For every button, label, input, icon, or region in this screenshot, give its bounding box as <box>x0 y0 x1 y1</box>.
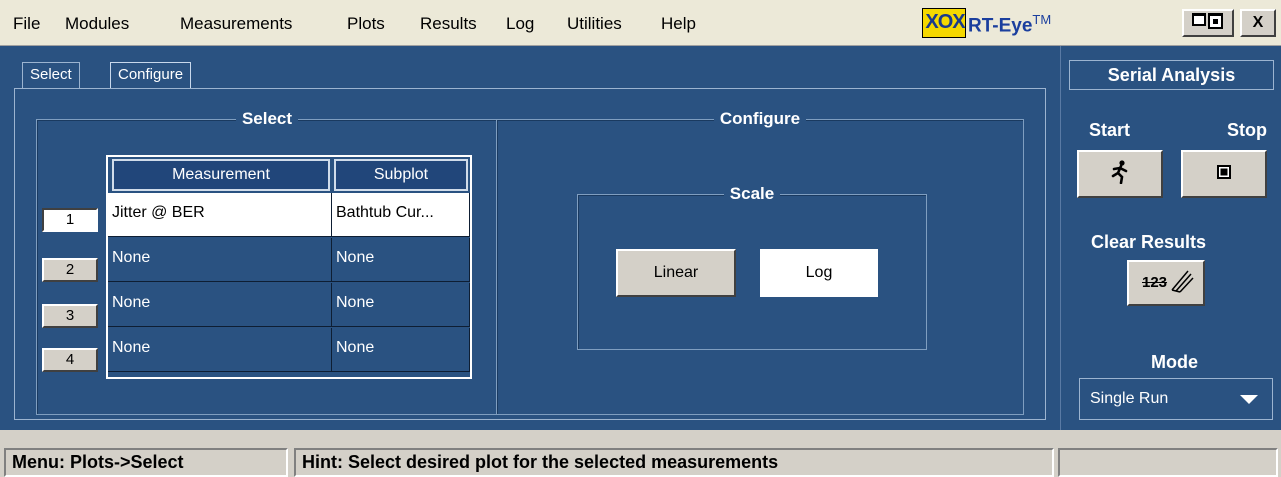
menu-utilities[interactable]: Utilities <box>567 14 622 34</box>
menu-bar: File Modules Measurements Plots Results … <box>0 0 1281 46</box>
table-cell-subplot-2[interactable]: None <box>332 238 470 282</box>
tab-configure[interactable]: Configure <box>110 62 192 88</box>
menu-log[interactable]: Log <box>506 14 534 34</box>
menu-measurements[interactable]: Measurements <box>180 14 292 34</box>
serial-analysis-panel: Serial Analysis Start Stop Clear Results… <box>1060 46 1281 430</box>
window-minimize-button[interactable] <box>1182 9 1234 37</box>
menu-modules[interactable]: Modules <box>65 14 129 34</box>
table-cell-measurement-3[interactable]: None <box>108 283 332 327</box>
clear-123-icon: 123 <box>1136 268 1196 298</box>
stop-button[interactable] <box>1181 150 1267 198</box>
table-cell-measurement-4[interactable]: None <box>108 328 332 372</box>
running-man-icon <box>1109 159 1131 189</box>
row-button-2[interactable]: 2 <box>42 258 98 282</box>
row-button-3[interactable]: 3 <box>42 304 98 328</box>
table-cell-measurement-2[interactable]: None <box>108 238 332 282</box>
mode-value: Single Run <box>1090 390 1169 407</box>
linear-button[interactable]: Linear <box>616 249 736 297</box>
menu-help[interactable]: Help <box>661 14 696 34</box>
table-cell-subplot-3[interactable]: None <box>332 283 470 327</box>
column-header-subplot: Subplot <box>334 159 468 191</box>
status-menu-path: Menu: Plots->Select <box>4 448 288 477</box>
select-group-title: Select <box>235 109 299 128</box>
scale-group: Scale Linear Log <box>577 184 927 350</box>
mode-dropdown[interactable]: Single Run <box>1079 378 1273 420</box>
tab-select[interactable]: Select <box>22 62 80 88</box>
status-separator <box>0 430 1281 444</box>
clear-results-button[interactable]: 123 <box>1127 260 1205 306</box>
row-button-4[interactable]: 4 <box>42 348 98 372</box>
scale-group-title: Scale <box>723 184 781 203</box>
app-logo-text: XOX <box>925 11 965 33</box>
mode-label: Mode <box>1151 352 1198 372</box>
menu-file[interactable]: File <box>13 14 40 34</box>
row-button-1[interactable]: 1 <box>42 208 98 232</box>
table-cell-subplot-4[interactable]: None <box>332 328 470 372</box>
start-label: Start <box>1089 120 1131 140</box>
chevron-down-icon <box>1240 395 1258 404</box>
start-button[interactable] <box>1077 150 1163 198</box>
configure-group: Configure Scale Linear Log <box>496 109 1024 415</box>
configure-group-title: Configure <box>713 109 807 128</box>
menu-plots[interactable]: Plots <box>347 14 385 34</box>
window-minimize-icon <box>1191 13 1225 35</box>
app-title-text: RT-Eye <box>968 15 1033 37</box>
stop-square-icon <box>1216 164 1232 185</box>
window-close-button[interactable]: X <box>1240 9 1276 37</box>
stop-label: Stop <box>1227 120 1267 140</box>
app-logo: XOX <box>922 8 966 38</box>
column-header-measurement: Measurement <box>112 159 330 191</box>
status-hint: Hint: Select desired plot for the select… <box>294 448 1054 477</box>
trademark-mark: TM <box>1032 12 1052 27</box>
status-extra <box>1058 448 1278 477</box>
menu-results[interactable]: Results <box>420 14 477 34</box>
clear-results-label: Clear Results <box>1091 232 1207 252</box>
app-title: RT-EyeTM <box>968 12 1051 37</box>
log-button[interactable]: Log <box>760 249 878 297</box>
measurement-table: Measurement Subplot Jitter @ BER Bathtub… <box>106 155 472 379</box>
table-cell-measurement-1[interactable]: Jitter @ BER <box>108 193 332 237</box>
status-bar: Menu: Plots->Select Hint: Select desired… <box>0 444 1281 477</box>
serial-analysis-header: Serial Analysis <box>1069 60 1274 90</box>
table-cell-subplot-1[interactable]: Bathtub Cur... <box>332 193 470 237</box>
